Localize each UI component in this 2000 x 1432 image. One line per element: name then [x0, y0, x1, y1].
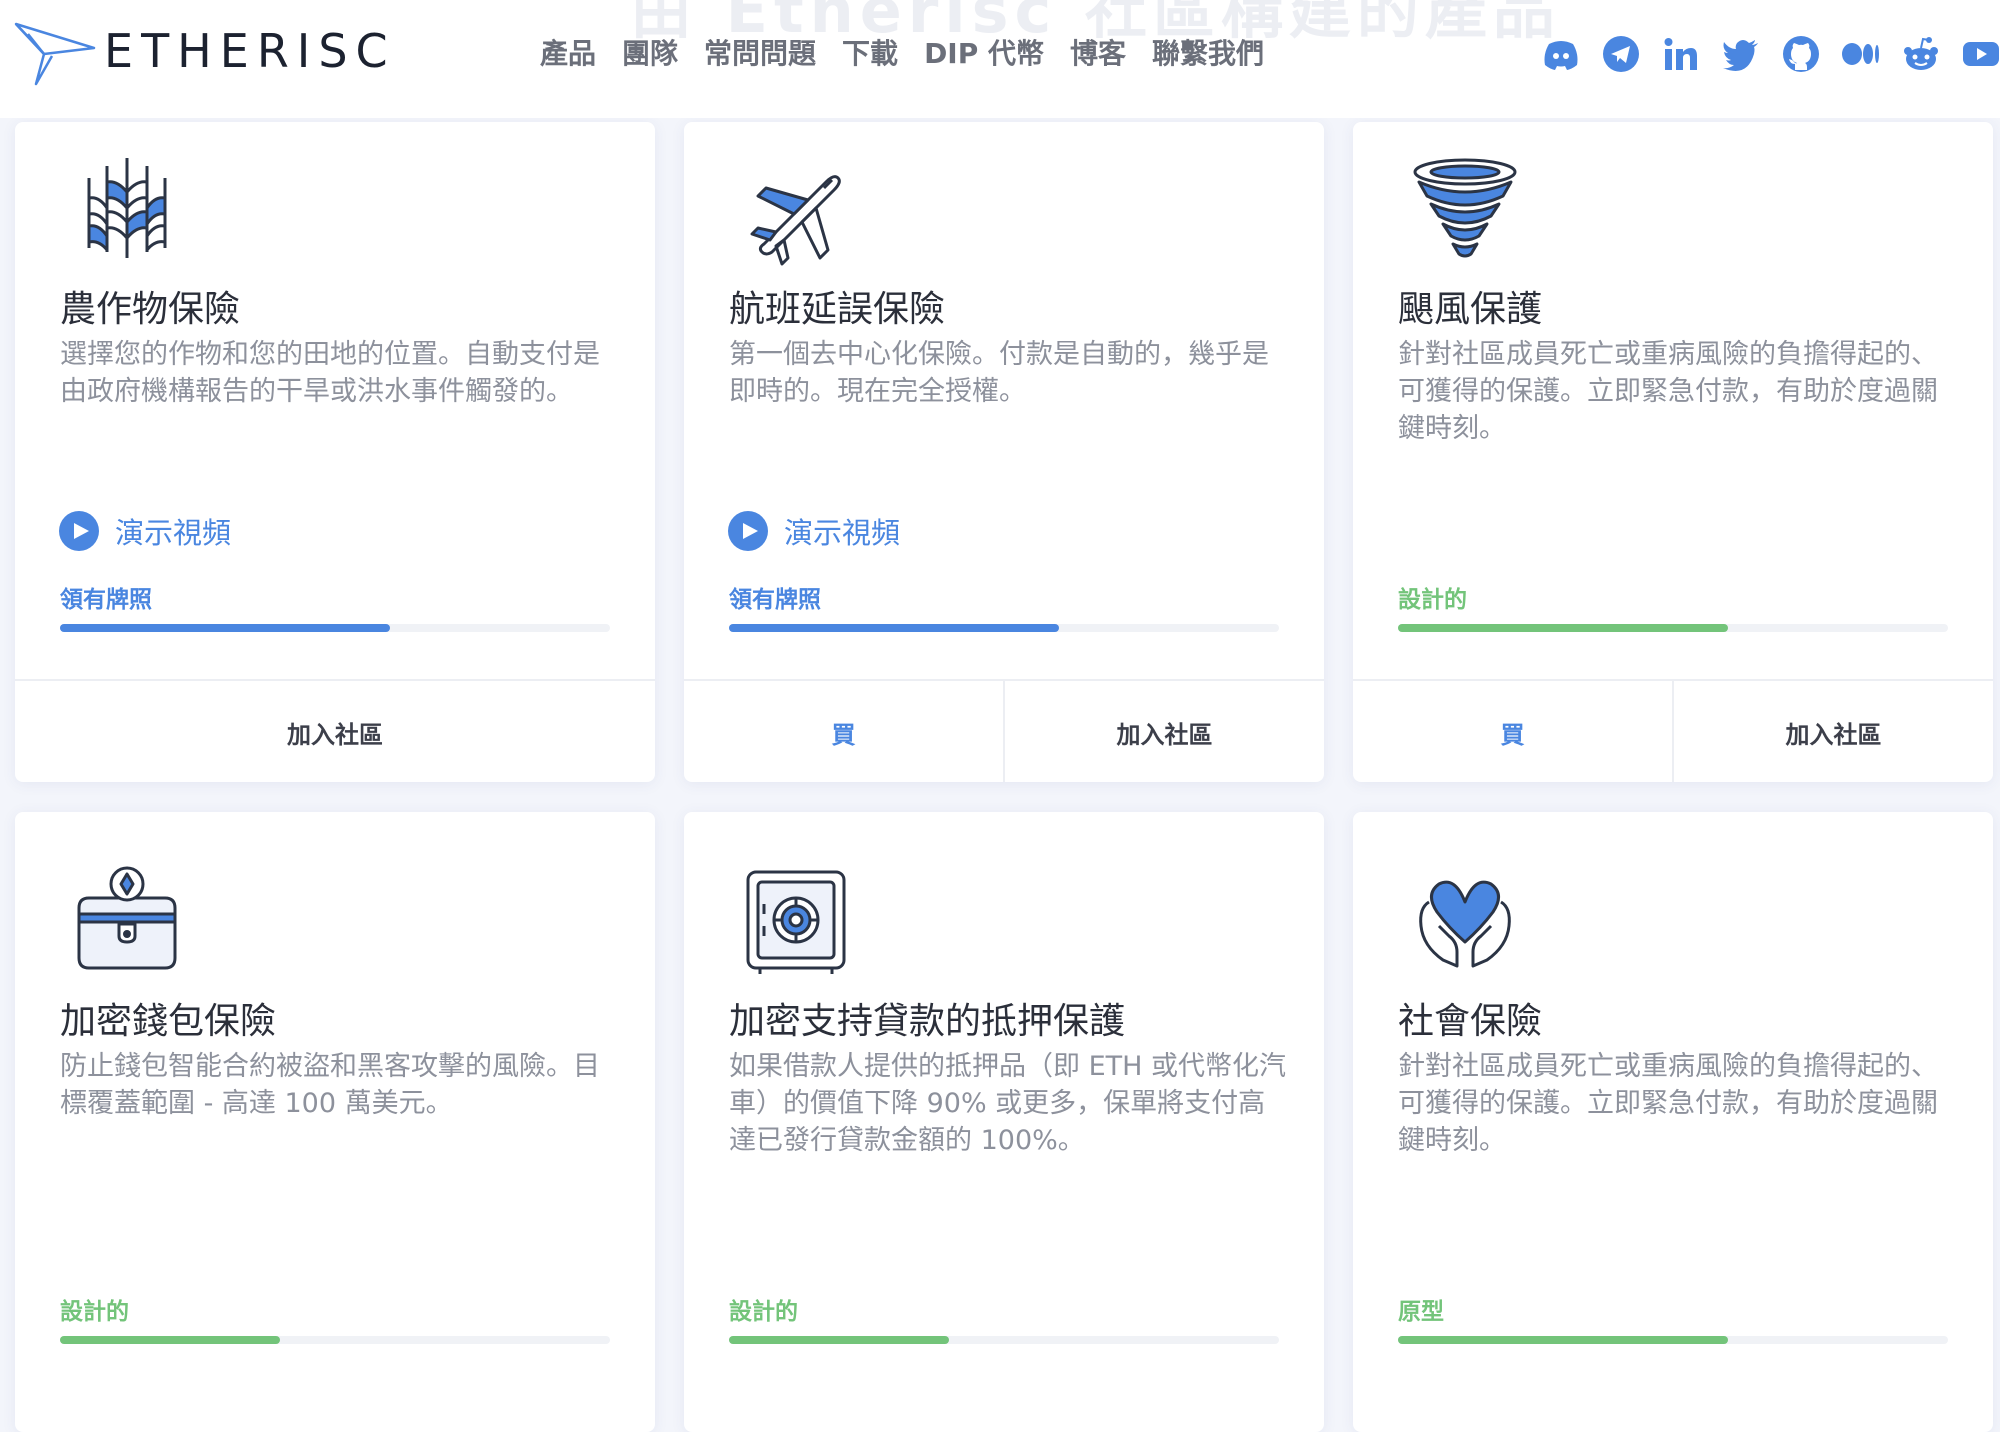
plane-icon: [750, 175, 841, 266]
progress-fill: [1398, 624, 1728, 632]
heart-hands-icon: [1419, 880, 1511, 968]
status-label: 設計的: [729, 1299, 798, 1325]
card-title: 社會保險: [1398, 1001, 1543, 1042]
medium-icon[interactable]: [1840, 33, 1882, 75]
card-actions: 買 加入社區: [1353, 679, 1993, 782]
crop-icon: [87, 158, 167, 258]
product-card-social-insurance: 社會保險 針對社區成員死亡或重病風險的負擔得起的、可獲得的保護。立即緊急付款，有…: [1353, 812, 1993, 1432]
linkedin-icon[interactable]: [1660, 33, 1702, 75]
card-description: 針對社區成員死亡或重病風險的負擔得起的、可獲得的保護。立即緊急付款，有助於度過關…: [1398, 1051, 1938, 1156]
join-community-button[interactable]: 加入社區: [15, 681, 655, 782]
product-card-hurricane: 颶風保護 針對社區成員死亡或重病風險的負擔得起的、可獲得的保護。立即緊急付款，有…: [1353, 122, 1993, 782]
nav-download[interactable]: 下載: [842, 32, 898, 72]
twitter-icon[interactable]: [1720, 33, 1762, 75]
card-actions: 加入社區: [15, 679, 655, 782]
telegram-icon[interactable]: [1600, 33, 1642, 75]
brand-name[interactable]: ETHERISC: [104, 24, 396, 78]
product-card-loan-collateral: 加密支持貸款的抵押保護 如果借款人提供的抵押品（即 ETH 或代幣化汽車）的價值…: [684, 812, 1324, 1432]
product-card-crypto-wallet: 加密錢包保險 防止錢包智能合約被盜和黑客攻擊的風險。目標覆蓋範圍 - 高達 10…: [15, 812, 655, 1432]
card-title: 加密錢包保險: [60, 1001, 277, 1042]
progress-bar: [1398, 1336, 1948, 1344]
progress-bar: [1398, 624, 1948, 632]
github-icon[interactable]: [1780, 33, 1822, 75]
card-title: 加密支持貸款的抵押保護: [729, 1001, 1126, 1042]
play-icon[interactable]: [59, 511, 99, 551]
status-label: 設計的: [60, 1299, 129, 1325]
card-title: 農作物保險: [60, 289, 241, 330]
progress-bar: [729, 1336, 1279, 1344]
progress-fill: [60, 1336, 280, 1344]
progress-fill: [1398, 1336, 1728, 1344]
demo-video-label[interactable]: 演示視頻: [115, 510, 231, 552]
nav-dip-token[interactable]: DIP 代幣: [924, 32, 1044, 72]
progress-fill: [729, 624, 1059, 632]
status-label: 原型: [1398, 1299, 1444, 1325]
card-description: 防止錢包智能合約被盜和黑客攻擊的風險。目標覆蓋範圍 - 高達 100 萬美元。: [60, 1051, 600, 1119]
product-card-crop: 農作物保險 選擇您的作物和您的田地的位置。自動支付是由政府機構報告的干旱或洪水事…: [15, 122, 655, 782]
progress-bar: [60, 624, 610, 632]
demo-video-link[interactable]: 演示視頻: [59, 510, 231, 552]
card-actions: 買 加入社區: [684, 679, 1324, 782]
card-description: 如果借款人提供的抵押品（即 ETH 或代幣化汽車）的價值下降 90% 或更多，保…: [729, 1051, 1287, 1156]
buy-button[interactable]: 買: [684, 681, 1003, 782]
status-label: 設計的: [1398, 587, 1467, 613]
crypto-wallet-icon: [77, 866, 177, 970]
play-icon[interactable]: [728, 511, 768, 551]
join-community-button[interactable]: 加入社區: [1672, 681, 1993, 782]
etherisc-logo-icon[interactable]: [14, 20, 96, 86]
discord-icon[interactable]: [1540, 33, 1582, 75]
main-nav: 產品 團隊 常問問題 下載 DIP 代幣 博客 聯繫我們: [540, 32, 1264, 72]
card-description: 第一個去中心化保險。付款是自動的，幾乎是即時的。現在完全授權。: [729, 339, 1269, 407]
card-title: 颶風保護: [1398, 289, 1543, 330]
nav-team[interactable]: 團隊: [622, 32, 678, 72]
site-header: 由 Etherisc 社區構建的產品 ETHERISC 產品 團隊 常問問題 下…: [0, 0, 2000, 118]
progress-fill: [60, 624, 390, 632]
status-label: 領有牌照: [729, 587, 821, 613]
card-description: 選擇您的作物和您的田地的位置。自動支付是由政府機構報告的干旱或洪水事件觸發的。: [60, 339, 600, 407]
social-links: [1540, 33, 2000, 75]
reddit-icon[interactable]: [1900, 33, 1942, 75]
product-card-flight-delay: 航班延誤保險 第一個去中心化保險。付款是自動的，幾乎是即時的。現在完全授權。 演…: [684, 122, 1324, 782]
nav-products[interactable]: 產品: [540, 32, 596, 72]
demo-video-label[interactable]: 演示視頻: [784, 510, 900, 552]
hurricane-icon: [1413, 158, 1517, 258]
youtube-icon[interactable]: [1960, 33, 2000, 75]
status-label: 領有牌照: [60, 587, 152, 613]
card-description: 針對社區成員死亡或重病風險的負擔得起的、可獲得的保護。立即緊急付款，有助於度過關…: [1398, 339, 1938, 444]
safe-icon: [746, 870, 846, 974]
progress-bar: [60, 1336, 610, 1344]
nav-contact[interactable]: 聯繫我們: [1152, 32, 1264, 72]
join-community-button[interactable]: 加入社區: [1003, 681, 1324, 782]
card-title: 航班延誤保險: [729, 289, 946, 330]
progress-fill: [729, 1336, 949, 1344]
nav-faq[interactable]: 常問問題: [704, 32, 816, 72]
progress-bar: [729, 624, 1279, 632]
buy-button[interactable]: 買: [1353, 681, 1672, 782]
demo-video-link[interactable]: 演示視頻: [728, 510, 900, 552]
nav-blog[interactable]: 博客: [1070, 32, 1126, 72]
